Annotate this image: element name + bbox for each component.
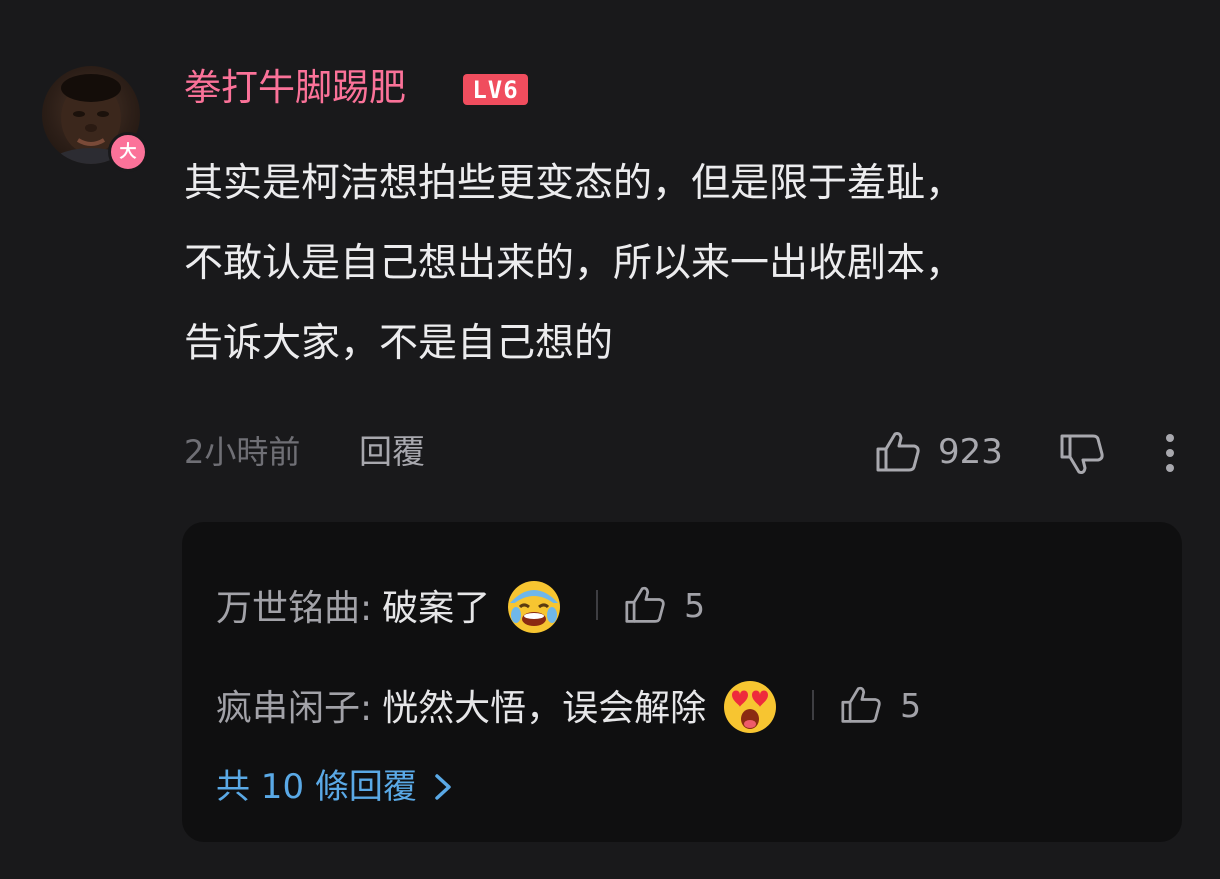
avatar[interactable]: 大 bbox=[42, 66, 148, 172]
thumbs-up-icon[interactable] bbox=[622, 585, 668, 625]
reply-author[interactable]: 万世铭曲: bbox=[216, 579, 372, 631]
like-count: 923 bbox=[938, 432, 1003, 472]
comment-line: 告诉大家，不是自己想的 bbox=[184, 321, 614, 366]
reply-button[interactable]: 回覆 bbox=[359, 428, 425, 476]
level-badge: LV6 bbox=[463, 74, 528, 105]
more-options-icon[interactable] bbox=[1156, 432, 1184, 474]
comment-username[interactable]: 拳打牛脚踢肥 bbox=[184, 64, 406, 112]
reply-item[interactable]: 疯串闲子: 恍然大悟，误会解除 5 bbox=[216, 677, 921, 733]
reply-like-count: 5 bbox=[900, 685, 922, 725]
reply-text: 恍然大悟，误会解除 bbox=[382, 688, 707, 729]
reply-text: 破案了 bbox=[382, 588, 491, 629]
view-all-replies-label: 共 10 條回覆 bbox=[216, 767, 417, 807]
reply-like-count: 5 bbox=[684, 585, 706, 625]
thumbs-up-icon[interactable] bbox=[874, 430, 922, 474]
thumbs-down-icon[interactable] bbox=[1058, 432, 1106, 476]
reply-item[interactable]: 万世铭曲: 破案了 5 bbox=[216, 577, 705, 633]
comment-line: 其实是柯洁想拍些更变态的，但是限于羞耻， bbox=[184, 161, 965, 206]
divider bbox=[596, 590, 599, 620]
divider bbox=[812, 690, 815, 720]
comment-line: 不敢认是自己想出来的，所以来一出收剧本， bbox=[184, 241, 965, 286]
view-all-replies-link[interactable]: 共 10 條回覆 bbox=[216, 762, 455, 812]
laughing-crying-emoji-icon bbox=[508, 581, 561, 633]
chevron-right-icon bbox=[435, 774, 451, 800]
avatar-badge: 大 bbox=[108, 132, 148, 172]
comment-content: 其实是柯洁想拍些更变态的，但是限于羞耻， 不敢认是自己想出来的，所以来一出收剧本… bbox=[184, 144, 1174, 384]
thumbs-up-icon[interactable] bbox=[838, 685, 884, 725]
replies-panel: 万世铭曲: 破案了 5 疯串闲子: 恍然大悟，误会解除 5 共 10 條回覆 bbox=[182, 522, 1182, 842]
comment-timestamp: 2小時前 bbox=[184, 433, 301, 471]
heart-eyes-emoji-icon bbox=[724, 681, 777, 733]
reply-author[interactable]: 疯串闲子: bbox=[216, 679, 372, 731]
